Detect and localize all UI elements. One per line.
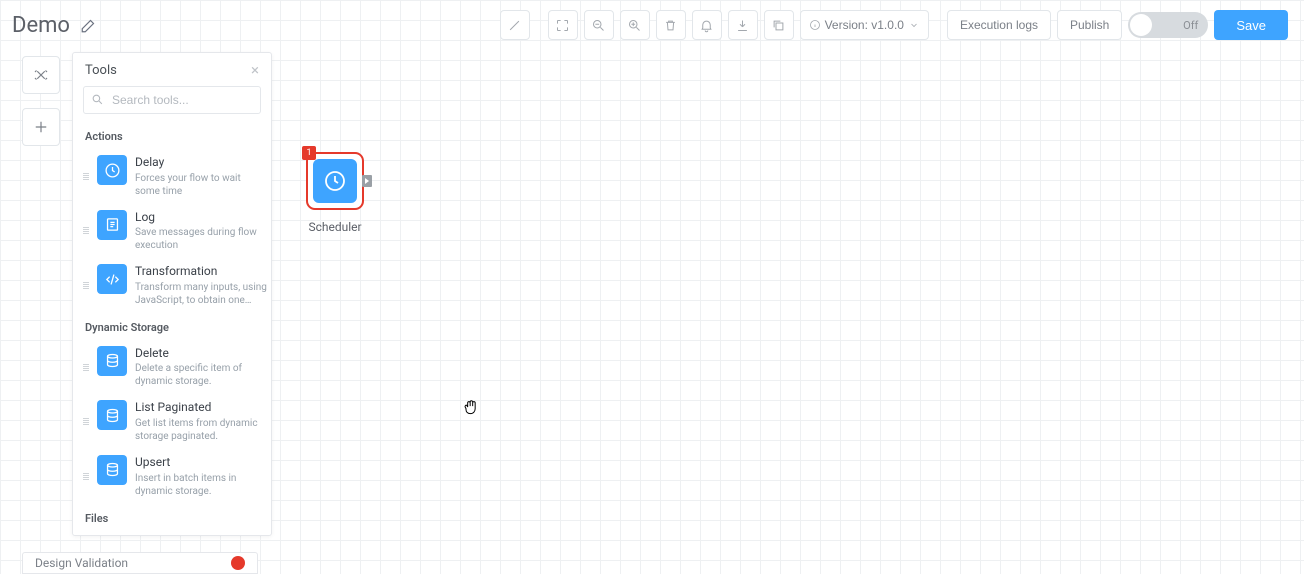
drag-handle-icon xyxy=(83,400,89,443)
clock-icon xyxy=(313,159,357,203)
tools-toggle-button[interactable] xyxy=(22,56,60,94)
validation-error-badge xyxy=(231,556,245,570)
project-title: Demo xyxy=(12,13,70,38)
db-icon xyxy=(97,400,127,430)
version-button[interactable]: Version: v1.0.0 xyxy=(800,10,929,40)
group-label: Files xyxy=(83,504,267,531)
log-icon xyxy=(97,210,127,240)
db-icon xyxy=(97,346,127,376)
tool-item[interactable]: TransformationTransform many inputs, usi… xyxy=(83,258,267,313)
code-icon xyxy=(97,264,127,294)
drag-handle-icon xyxy=(83,346,89,389)
tool-name: Delay xyxy=(135,155,267,171)
tools-panel-title: Tools xyxy=(85,63,117,78)
tool-name: Log xyxy=(135,210,267,226)
copy-button[interactable] xyxy=(764,10,794,40)
tool-desc: Forces your flow to wait some time xyxy=(135,172,267,198)
node-label: Scheduler xyxy=(306,220,364,234)
activation-toggle[interactable]: Off xyxy=(1128,12,1208,38)
group-label: Dynamic Storage xyxy=(83,313,267,340)
fit-view-button[interactable] xyxy=(548,10,578,40)
info-icon xyxy=(809,19,821,31)
save-button[interactable]: Save xyxy=(1214,10,1288,40)
tool-item[interactable]: List PaginatedGet list items from dynami… xyxy=(83,394,267,449)
header: Demo Version: v1.0.0 Execution logs Publ… xyxy=(0,0,1304,50)
drag-handle-icon xyxy=(83,155,89,198)
tool-name: Upsert xyxy=(135,455,267,471)
tool-name: Transformation xyxy=(135,264,267,280)
toggle-knob xyxy=(1130,14,1152,36)
zoom-in-button[interactable] xyxy=(620,10,650,40)
tool-desc: Transform many inputs, using JavaScript,… xyxy=(135,281,267,307)
drag-handle-icon xyxy=(83,264,89,307)
drag-handle-icon xyxy=(83,210,89,253)
group-label: Actions xyxy=(83,122,267,149)
node-output-connector[interactable] xyxy=(362,175,372,187)
tools-list[interactable]: ActionsDelayForces your flow to wait som… xyxy=(73,122,271,535)
execution-logs-button[interactable]: Execution logs xyxy=(947,10,1051,40)
clock-icon xyxy=(97,155,127,185)
tool-desc: Get list items from dynamic storage pagi… xyxy=(135,417,267,443)
publish-button[interactable]: Publish xyxy=(1057,10,1122,40)
tool-item[interactable]: DelayForces your flow to wait some time xyxy=(83,149,267,204)
edit-icon[interactable] xyxy=(80,16,98,34)
chevron-down-icon xyxy=(908,19,920,31)
side-toolbar xyxy=(22,56,60,146)
tool-name: List Paginated xyxy=(135,400,267,416)
tool-desc: Save messages during flow execution xyxy=(135,226,267,252)
scheduler-node[interactable]: 1 Scheduler xyxy=(306,152,364,234)
bell-button[interactable] xyxy=(692,10,722,40)
download-button[interactable] xyxy=(728,10,758,40)
tool-desc: Delete a specific item of dynamic storag… xyxy=(135,362,267,388)
tool-item[interactable]: LogSave messages during flow execution xyxy=(83,204,267,259)
tool-item[interactable]: UpsertInsert in batch items in dynamic s… xyxy=(83,449,267,504)
tool-item[interactable]: DeleteDelete a specific item of dynamic … xyxy=(83,340,267,395)
design-validation-bar[interactable]: Design Validation xyxy=(22,552,258,574)
node-error-badge: 1 xyxy=(302,146,316,160)
search-icon xyxy=(91,93,104,106)
tool-item[interactable]: Compress filesCompress files to zip or g… xyxy=(83,531,267,535)
tool-desc: Insert in batch items in dynamic storage… xyxy=(135,472,267,498)
tool-name: Delete xyxy=(135,346,267,362)
tools-panel: Tools × ActionsDelayForces your flow to … xyxy=(72,52,272,536)
search-input[interactable] xyxy=(83,86,261,114)
add-button[interactable] xyxy=(22,108,60,146)
zoom-out-button[interactable] xyxy=(584,10,614,40)
db-icon xyxy=(97,455,127,485)
line-tool-button[interactable] xyxy=(500,10,530,40)
trash-button[interactable] xyxy=(656,10,686,40)
close-icon[interactable]: × xyxy=(251,63,259,78)
drag-handle-icon xyxy=(83,455,89,498)
